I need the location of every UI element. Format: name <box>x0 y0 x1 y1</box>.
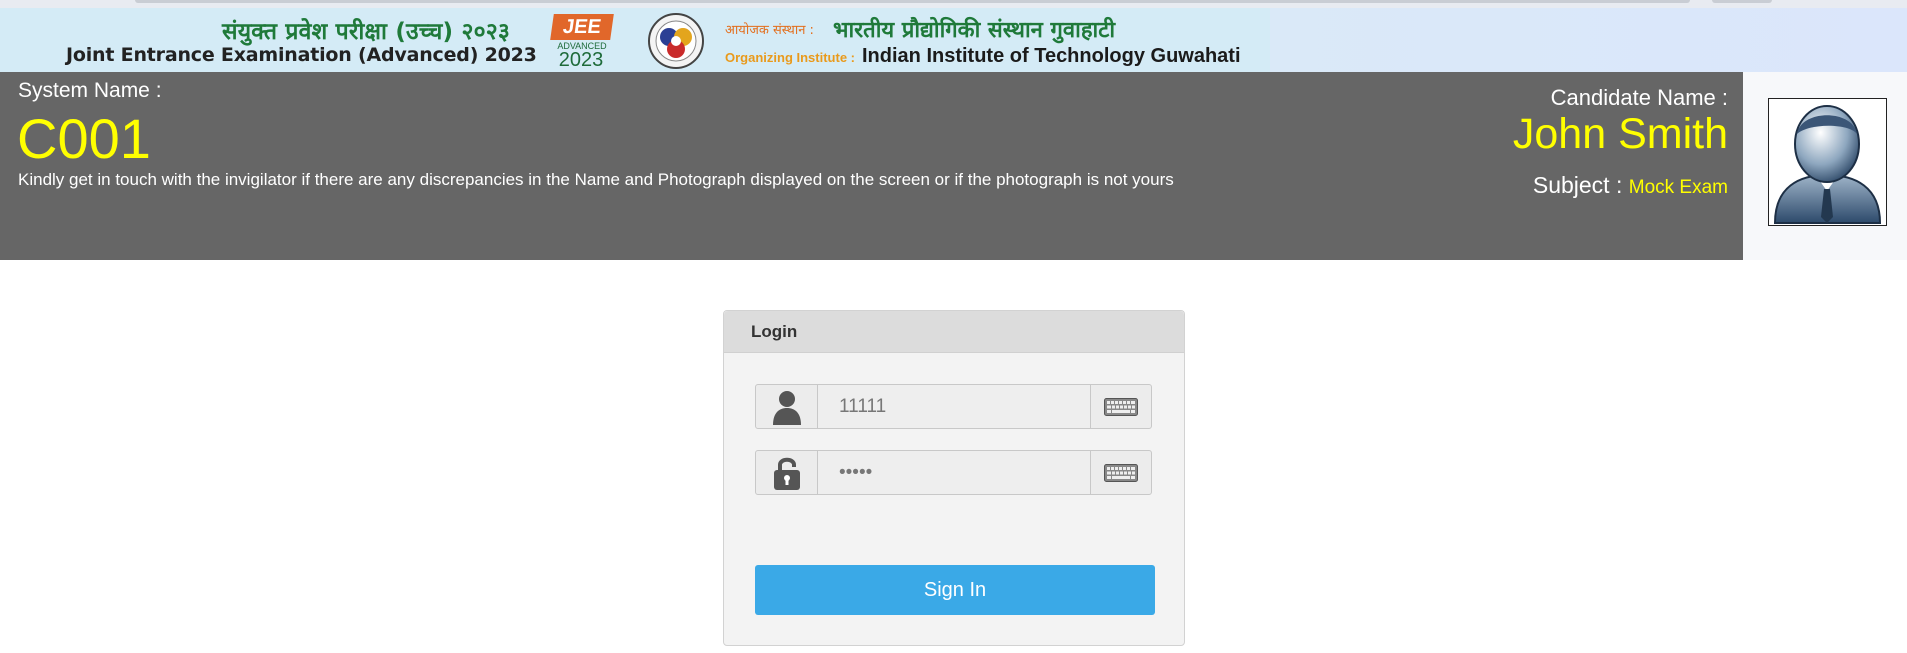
username-input[interactable]: 11111 <box>818 385 1091 428</box>
user-icon <box>756 385 818 428</box>
banner-hindi-title: संयुक्त प्रवेश परीक्षा (उच्च) २०२३ <box>222 19 511 45</box>
system-name-value: C001 <box>17 107 151 170</box>
organizing-institute-hindi-label: आयोजक संस्थान : <box>725 23 814 38</box>
organizing-institute-name: Indian Institute of Technology Guwahati <box>862 45 1241 67</box>
jee-logo-year: 2023 <box>558 49 604 71</box>
candidate-photo-panel <box>1743 72 1907 260</box>
lock-icon <box>756 451 818 494</box>
candidate-name-label: Candidate Name : <box>1550 85 1728 110</box>
subject-label: Subject : <box>1532 172 1623 198</box>
invigilator-notice: Kindly get in touch with the invigilator… <box>18 170 1174 189</box>
exam-banner: संयुक्त प्रवेश परीक्षा (उच्च) २०२३ Joint… <box>0 8 1907 72</box>
username-field-group: 11111 <box>755 384 1152 429</box>
subject-value: Mock Exam <box>1628 177 1728 198</box>
address-bar-edge <box>135 0 1690 3</box>
subject-row: Subject : Mock Exam <box>1533 172 1728 199</box>
browser-strip <box>0 0 1907 8</box>
login-panel: Login 11111 ••••• Sign In <box>723 310 1185 646</box>
keyboard-icon[interactable] <box>1090 385 1151 428</box>
iit-guwahati-emblem-icon <box>648 13 704 69</box>
sign-in-button[interactable]: Sign In <box>755 565 1155 615</box>
candidate-info-header: System Name : C001 Kindly get in touch w… <box>0 72 1743 260</box>
user-avatar-icon <box>1768 98 1887 226</box>
browser-button-edge <box>1712 0 1772 3</box>
keyboard-icon[interactable] <box>1090 451 1151 494</box>
jee-logo: JEE <box>550 14 614 40</box>
login-title: Login <box>751 322 798 341</box>
password-field-group: ••••• <box>755 450 1152 495</box>
organizing-institute-label: Organizing Institute : <box>725 50 855 65</box>
organizing-institute-hindi-name: भारतीय प्रौद्योगिकी संस्थान गुवाहाटी <box>833 18 1116 43</box>
banner-english-title: Joint Entrance Examination (Advanced) 20… <box>66 44 537 66</box>
system-name-label: System Name : <box>18 79 162 102</box>
login-panel-header: Login <box>724 311 1184 353</box>
password-input[interactable]: ••••• <box>818 451 1091 494</box>
candidate-name-value: John Smith <box>1512 110 1728 158</box>
